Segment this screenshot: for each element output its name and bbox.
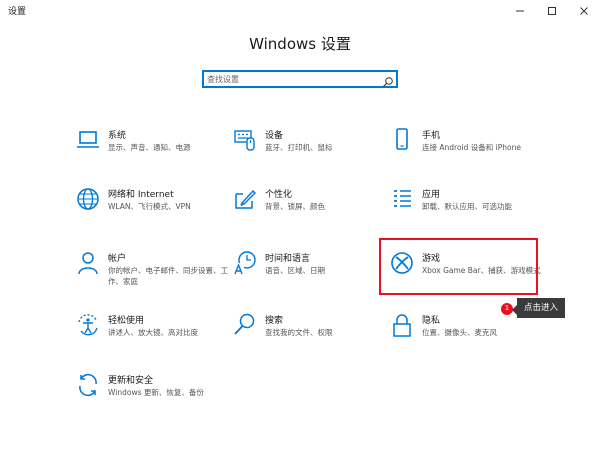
lock-icon <box>389 312 415 338</box>
tile-name: 应用 <box>422 190 441 200</box>
ease-of-access-icon <box>75 312 101 338</box>
settings-tile-privacy[interactable]: 隐私 位置、摄像头、麦克风 <box>389 312 559 360</box>
laptop-icon <box>75 127 101 153</box>
time-language-icon <box>232 250 258 276</box>
search-icon <box>383 77 393 87</box>
tile-description: 位置、摄像头、麦克风 <box>422 328 497 337</box>
close-icon <box>580 7 588 15</box>
update-icon <box>75 372 101 398</box>
tile-name: 时间和语言 <box>265 254 311 264</box>
settings-tile-search[interactable]: 搜索 查找我的文件、权限 <box>232 312 402 360</box>
settings-tile-network[interactable]: 网络和 Internet WLAN、飞行模式、VPN <box>75 186 245 234</box>
apps-list-icon <box>389 186 415 212</box>
settings-tile-system[interactable]: 系统 显示、声音、通知、电源 <box>75 127 245 175</box>
paint-icon <box>232 186 258 212</box>
tile-name: 隐私 <box>422 316 441 326</box>
search-icon <box>232 312 258 338</box>
search-button[interactable] <box>382 73 394 87</box>
settings-tile-ease-of-access[interactable]: 轻松使用 讲述人、放大镜、高对比度 <box>75 312 245 360</box>
tile-name: 搜索 <box>265 316 284 326</box>
tile-description: 蓝牙、打印机、鼠标 <box>265 143 333 152</box>
page-title: Windows 设置 <box>249 35 351 53</box>
tile-name: 个性化 <box>265 190 293 200</box>
keyboard-icon <box>232 127 258 153</box>
click-hint-tooltip: 点击进入 <box>517 298 565 318</box>
settings-tile-accounts[interactable]: 帐户 你的帐户、电子邮件、同步设置、工作、家庭 <box>75 250 245 298</box>
tile-description: 讲述人、放大镜、高对比度 <box>108 328 198 337</box>
minimize-button[interactable] <box>504 0 536 22</box>
tile-description: 显示、声音、通知、电源 <box>108 143 191 152</box>
tile-name: 更新和安全 <box>108 376 154 386</box>
settings-tile-apps[interactable]: 应用 卸载、默认应用、可选功能 <box>389 186 559 234</box>
minimize-icon <box>516 10 524 12</box>
maximize-button[interactable] <box>536 0 568 22</box>
settings-tile-update-security[interactable]: 更新和安全 Windows 更新、恢复、备份 <box>75 372 245 420</box>
search-input[interactable] <box>207 72 377 86</box>
tile-description: 查找我的文件、权限 <box>265 328 333 337</box>
tile-description: 卸载、默认应用、可选功能 <box>422 202 512 211</box>
phone-icon <box>389 127 415 153</box>
tile-name: 帐户 <box>108 254 127 264</box>
settings-tile-phone[interactable]: 手机 连接 Android 设备和 iPhone <box>389 127 559 175</box>
tile-name: 设备 <box>265 131 284 141</box>
tile-name: 系统 <box>108 131 127 141</box>
highlight-box <box>379 238 538 295</box>
person-icon <box>75 250 101 276</box>
tile-description: 你的帐户、电子邮件、同步设置、工作、家庭 <box>108 266 228 286</box>
tile-name: 网络和 Internet <box>108 190 174 200</box>
title-bar: 设置 <box>0 0 600 22</box>
window-title: 设置 <box>8 7 27 17</box>
settings-tile-time-language[interactable]: 时间和语言 语音、区域、日期 <box>232 250 402 298</box>
settings-tile-devices[interactable]: 设备 蓝牙、打印机、鼠标 <box>232 127 402 175</box>
close-button[interactable] <box>568 0 600 22</box>
settings-tile-personalization[interactable]: 个性化 背景、锁屏、颜色 <box>232 186 402 234</box>
tile-name: 手机 <box>422 131 441 141</box>
tile-description: 背景、锁屏、颜色 <box>265 202 325 211</box>
globe-icon <box>75 186 101 212</box>
tile-description: Windows 更新、恢复、备份 <box>108 388 204 397</box>
tile-description: WLAN、飞行模式、VPN <box>108 202 191 211</box>
maximize-icon <box>548 7 556 15</box>
tile-description: 语音、区域、日期 <box>265 266 325 275</box>
tile-name: 轻松使用 <box>108 316 145 326</box>
tile-description: 连接 Android 设备和 iPhone <box>422 143 521 152</box>
search-box[interactable] <box>202 70 398 88</box>
